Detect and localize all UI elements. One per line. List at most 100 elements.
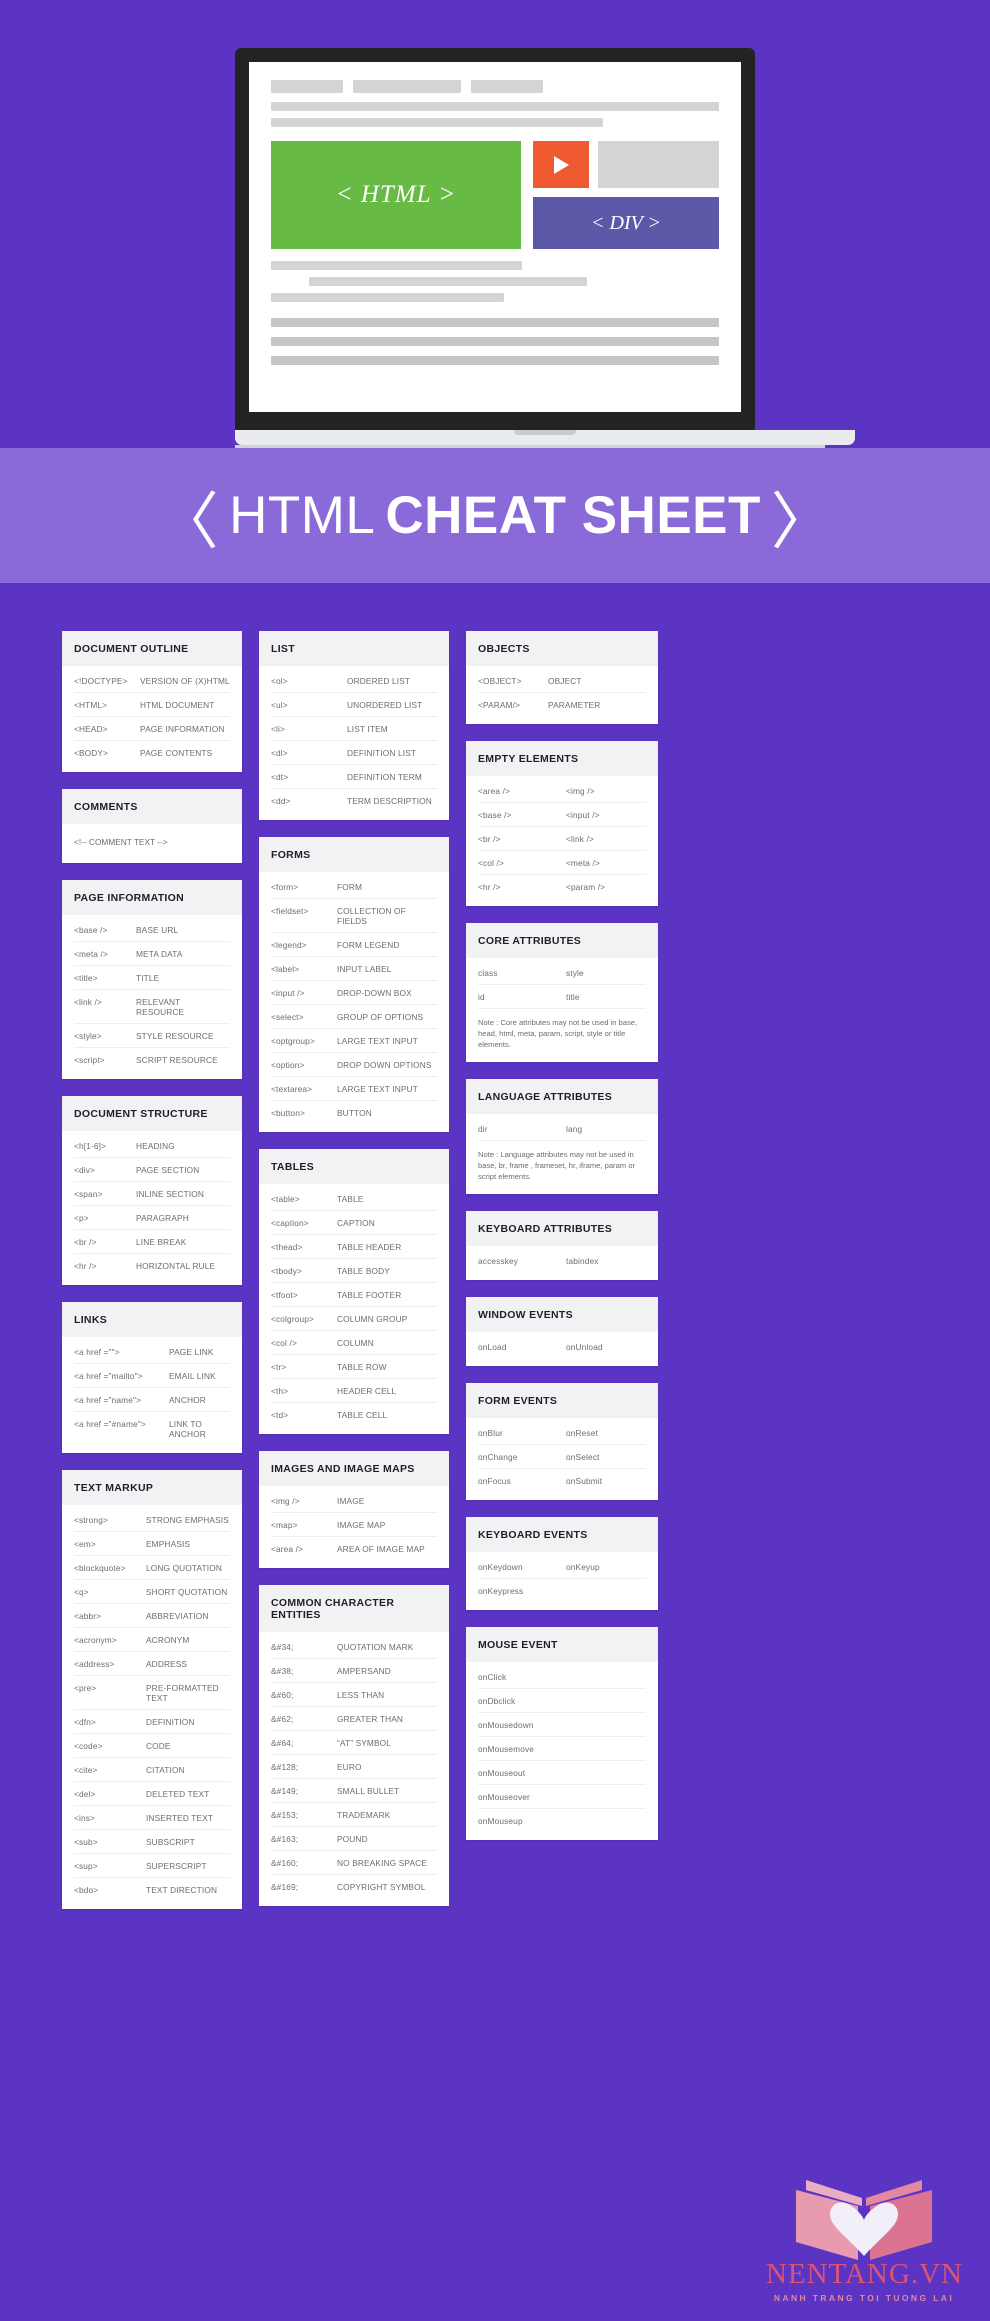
table-row: &#64; “AT” SYMBOL: [271, 1731, 437, 1755]
card-title: TEXT MARKUP: [62, 1470, 242, 1505]
table-row: <cite> CITATION: [74, 1758, 230, 1782]
row-value: COLUMN GROUP: [337, 1314, 408, 1324]
row-value: <img />: [566, 786, 595, 796]
card-title: FORM EVENTS: [466, 1383, 658, 1418]
row-key: &#38;: [271, 1666, 294, 1676]
mock-header-row: [271, 80, 719, 93]
row-value: PAGE CONTENTS: [140, 748, 213, 758]
table-row: <base /> BASE URL: [74, 918, 230, 942]
row-value: LARGE TEXT INPUT: [337, 1084, 418, 1094]
row-value: TABLE: [337, 1194, 364, 1204]
row-value: <link />: [566, 834, 594, 844]
table-row: <p> PARAGRAPH: [74, 1206, 230, 1230]
card-body: accesskey tabindex: [466, 1246, 658, 1280]
row-value: SUBSCRIPT: [146, 1837, 195, 1847]
card-title: EMPTY ELEMENTS: [466, 741, 658, 776]
row-key: &#160;: [271, 1858, 299, 1868]
row-value: SCRIPT RESOURCE: [136, 1055, 218, 1065]
mock-media-row: [533, 141, 719, 188]
table-row: onMouseup: [478, 1809, 646, 1832]
row-key: <PARAM/>: [478, 700, 521, 710]
table-row: <li> LIST ITEM: [271, 717, 437, 741]
table-row: <div> PAGE SECTION: [74, 1158, 230, 1182]
mock-blocks: < HTML > < DIV >: [271, 141, 719, 249]
row-key: <blockquote>: [74, 1563, 126, 1573]
row-value: AMPERSAND: [337, 1666, 391, 1676]
row-key: <optgroup>: [271, 1036, 315, 1046]
table-row: <script> SCRIPT RESOURCE: [74, 1048, 230, 1071]
row-value: PARAMETER: [548, 700, 601, 710]
table-row: onClick: [478, 1665, 646, 1689]
row-value: ADDRESS: [146, 1659, 188, 1669]
table-row: <pre> PRE-FORMATTED TEXT: [74, 1676, 230, 1710]
row-key: <em>: [74, 1539, 96, 1549]
card-title: COMMON CHARACTER ENTITIES: [259, 1585, 449, 1632]
row-key: <p>: [74, 1213, 89, 1223]
row-value: EURO: [337, 1762, 362, 1772]
row-value: COPYRIGHT SYMBOL: [337, 1882, 426, 1892]
table-row: accesskey tabindex: [478, 1249, 646, 1272]
row-value: ORDERED LIST: [347, 676, 411, 686]
table-row: &#38; AMPERSAND: [271, 1659, 437, 1683]
row-value: COLUMN: [337, 1338, 374, 1348]
mock-bar: [271, 356, 719, 365]
table-row: <a href =""> PAGE LINK: [74, 1340, 230, 1364]
card-body: <base /> BASE URL <meta /> META DATA <title>…: [62, 915, 242, 1079]
mock-bar: [271, 293, 504, 302]
row-value: onSubmit: [566, 1476, 603, 1486]
row-value: STRONG EMPHASIS: [146, 1515, 229, 1525]
card-body: dir lang Note : Language attributes may no…: [466, 1114, 658, 1194]
row-key: <q>: [74, 1587, 89, 1597]
table-row: <link /> RELEVANT RESOURCE: [74, 990, 230, 1024]
row-key: <hr />: [478, 882, 501, 892]
row-value: TABLE CELL: [337, 1410, 388, 1420]
card-title: IMAGES AND IMAGE MAPS: [259, 1451, 449, 1486]
card-body: <img /> IMAGE <map> IMAGE MAP <area /> AREA O…: [259, 1486, 449, 1568]
row-key: <map>: [271, 1520, 298, 1530]
card: EMPTY ELEMENTS <area /> <img /> <base /> <in…: [466, 741, 658, 906]
row-value: onSelect: [566, 1452, 600, 1462]
table-row: <ol> ORDERED LIST: [271, 669, 437, 693]
row-key: <OBJECT>: [478, 676, 522, 686]
row-value: EMAIL LINK: [169, 1371, 216, 1381]
row-key: onKeydown: [478, 1562, 523, 1572]
row-key: <ol>: [271, 676, 288, 686]
row-key: <label>: [271, 964, 300, 974]
row-key: <textarea>: [271, 1084, 313, 1094]
cheat-sheet-grid: DOCUMENT OUTLINE <!DOCTYPE> VERSION OF (X)…: [0, 583, 990, 1909]
table-row: <acronym> ACRONYM: [74, 1628, 230, 1652]
table-row: <dd> TERM DESCRIPTION: [271, 789, 437, 812]
row-key: <span>: [74, 1189, 103, 1199]
row-key: &#163;: [271, 1834, 299, 1844]
row-value: CODE: [146, 1741, 171, 1751]
card-title: MOUSE EVENT: [466, 1627, 658, 1662]
table-row: <title> TITLE: [74, 966, 230, 990]
card-body: class style id title Note : Core attributes …: [466, 958, 658, 1062]
table-row: <textarea> LARGE TEXT INPUT: [271, 1077, 437, 1101]
row-key: <meta />: [74, 949, 108, 959]
row-value: INLINE SECTION: [136, 1189, 205, 1199]
row-value: ANCHOR: [169, 1395, 206, 1405]
div-badge: < DIV >: [533, 197, 719, 249]
table-row: <img /> IMAGE: [271, 1489, 437, 1513]
row-value: META DATA: [136, 949, 183, 959]
card: LANGUAGE ATTRIBUTES dir lang Note : Languag…: [466, 1079, 658, 1194]
row-key: accesskey: [478, 1256, 519, 1266]
row-value: LARGE TEXT INPUT: [337, 1036, 418, 1046]
table-row: <span> INLINE SECTION: [74, 1182, 230, 1206]
row-key: <strong>: [74, 1515, 108, 1525]
mock-bar: [271, 318, 719, 327]
row-key: class: [478, 968, 498, 978]
row-key: <a href ="">: [74, 1347, 120, 1357]
card-body: <strong> STRONG EMPHASIS <em> EMPHASIS <bloc…: [62, 1505, 242, 1909]
table-row: <table> TABLE: [271, 1187, 437, 1211]
table-row: <hr /> <param />: [478, 875, 646, 898]
row-key: <bdo>: [74, 1885, 99, 1895]
row-value: TRADEMARK: [337, 1810, 391, 1820]
row-value: tabindex: [566, 1256, 599, 1266]
book-heart-svg: [796, 2180, 932, 2260]
laptop-foot: [235, 445, 825, 448]
row-key: <ul>: [271, 700, 288, 710]
mock-bar: [271, 261, 522, 270]
row-key: onMouseover: [478, 1792, 530, 1802]
